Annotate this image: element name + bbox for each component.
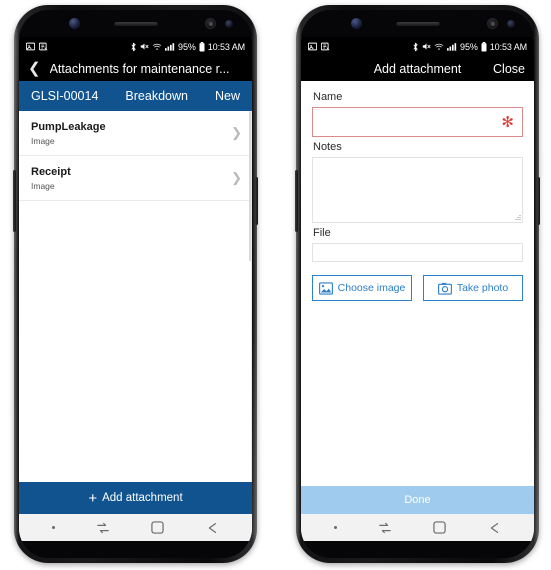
phone-right-bottom-hardware (301, 541, 534, 558)
chevron-left-icon[interactable]: ❮ (28, 61, 41, 76)
phone-left-screen: 95% 10:53 AM ❮ Attachments for maintenan… (19, 37, 252, 541)
file-action-buttons: Choose image Take photo (312, 275, 523, 301)
picture-icon (318, 281, 333, 295)
wifi-icon (152, 43, 162, 51)
add-attachment-button[interactable]: + Add attachment (19, 482, 252, 514)
context-bar: GLSI-00014 Breakdown New (19, 81, 252, 111)
dot-icon[interactable] (333, 526, 337, 529)
phone-right: 95% 10:53 AM Add attachment Close Name ✻… (295, 5, 540, 563)
list-item-subtitle: Image (31, 135, 55, 146)
phone-left-body: 95% 10:53 AM ❮ Attachments for maintenan… (19, 10, 252, 558)
file-input[interactable] (312, 243, 523, 262)
android-nav-bar-right (301, 514, 534, 541)
battery-percent: 95% (460, 41, 478, 52)
required-asterisk-icon: ✻ (501, 113, 514, 131)
camera-icon (437, 282, 452, 295)
phone-left-top-hardware (19, 10, 252, 37)
front-camera-icon (351, 18, 362, 29)
arrow-left-icon[interactable] (205, 521, 219, 535)
list-item-title: Receipt (31, 165, 71, 178)
front-camera-icon (69, 18, 80, 29)
choose-image-button[interactable]: Choose image (312, 275, 412, 301)
power-button-right[interactable] (537, 177, 540, 225)
take-photo-button[interactable]: Take photo (423, 275, 523, 301)
clock: 10:53 AM (489, 41, 527, 52)
notes-label: Notes (313, 141, 342, 153)
earpiece-speaker (396, 22, 439, 26)
status-bar-right: 95% 10:53 AM (301, 37, 534, 56)
choose-image-label: Choose image (337, 282, 406, 294)
home-square-icon[interactable] (433, 521, 446, 534)
list-item-subtitle: Image (31, 180, 55, 191)
resize-handle[interactable] (514, 214, 521, 221)
name-label: Name (313, 91, 343, 103)
list-right-edge (251, 111, 252, 482)
add-attachment-label: Add attachment (102, 492, 183, 504)
iris-sensor-icon (205, 18, 216, 29)
record-id: GLSI-00014 (31, 89, 99, 103)
dot-icon[interactable] (51, 526, 55, 529)
volume-button-right[interactable] (295, 170, 298, 232)
attachment-list: PumpLeakage Image ❯ Receipt Image ❯ (19, 111, 252, 482)
battery-icon (481, 41, 487, 52)
screenshot-icon (38, 42, 48, 51)
list-item-title: PumpLeakage (31, 121, 106, 133)
home-square-icon[interactable] (151, 521, 164, 534)
chevron-right-icon: ❯ (231, 124, 242, 140)
proximity-sensor-icon (225, 20, 233, 28)
phone-right-body: 95% 10:53 AM Add attachment Close Name ✻… (301, 10, 534, 558)
arrow-left-icon[interactable] (487, 521, 501, 535)
power-button-left[interactable] (255, 177, 258, 225)
chevron-right-icon: ❯ (231, 169, 242, 185)
done-button[interactable]: Done (301, 486, 534, 514)
earpiece-speaker (114, 22, 157, 26)
take-photo-label: Take photo (456, 282, 509, 294)
signal-icon (165, 42, 175, 51)
list-item[interactable]: Receipt Image ❯ (19, 155, 252, 201)
clock: 10:53 AM (207, 41, 245, 52)
bluetooth-icon (130, 42, 137, 52)
phone-left: 95% 10:53 AM ❮ Attachments for maintenan… (13, 5, 258, 563)
image-icon (307, 42, 318, 51)
notes-input[interactable] (312, 157, 523, 223)
signal-icon (447, 42, 457, 51)
bluetooth-icon (412, 42, 419, 52)
vertical-scrollbar[interactable] (249, 111, 251, 261)
title-bar-right: Add attachment Close (301, 56, 534, 81)
status-badge: New (214, 89, 240, 103)
screenshot-stage: 95% 10:53 AM ❮ Attachments for maintenan… (0, 0, 551, 570)
android-nav-bar-left (19, 514, 252, 541)
done-label: Done (404, 494, 431, 506)
battery-percent: 95% (178, 41, 196, 52)
wifi-icon (434, 43, 444, 51)
volume-button-left[interactable] (13, 170, 16, 232)
title-bar-left: ❮ Attachments for maintenance r... (19, 56, 252, 81)
name-input[interactable]: ✻ (312, 107, 523, 137)
recents-icon[interactable] (378, 521, 392, 535)
battery-icon (199, 41, 205, 52)
mute-icon (422, 42, 431, 51)
page-title: Attachments for maintenance r... (49, 61, 230, 76)
phone-right-screen: 95% 10:53 AM Add attachment Close Name ✻… (301, 37, 534, 541)
proximity-sensor-icon (507, 20, 515, 28)
close-button[interactable]: Close (493, 62, 525, 76)
add-attachment-form: Name ✻ Notes File Choose image Take phot… (301, 81, 534, 486)
phone-right-top-hardware (301, 10, 534, 37)
record-type: Breakdown (125, 89, 188, 103)
list-item[interactable]: PumpLeakage Image ❯ (19, 111, 252, 156)
phone-left-bottom-hardware (19, 541, 252, 558)
status-bar-left: 95% 10:53 AM (19, 37, 252, 56)
iris-sensor-icon (487, 18, 498, 29)
screenshot-icon (320, 42, 330, 51)
recents-icon[interactable] (96, 521, 110, 535)
mute-icon (140, 42, 149, 51)
image-icon (25, 42, 36, 51)
file-label: File (313, 227, 331, 239)
